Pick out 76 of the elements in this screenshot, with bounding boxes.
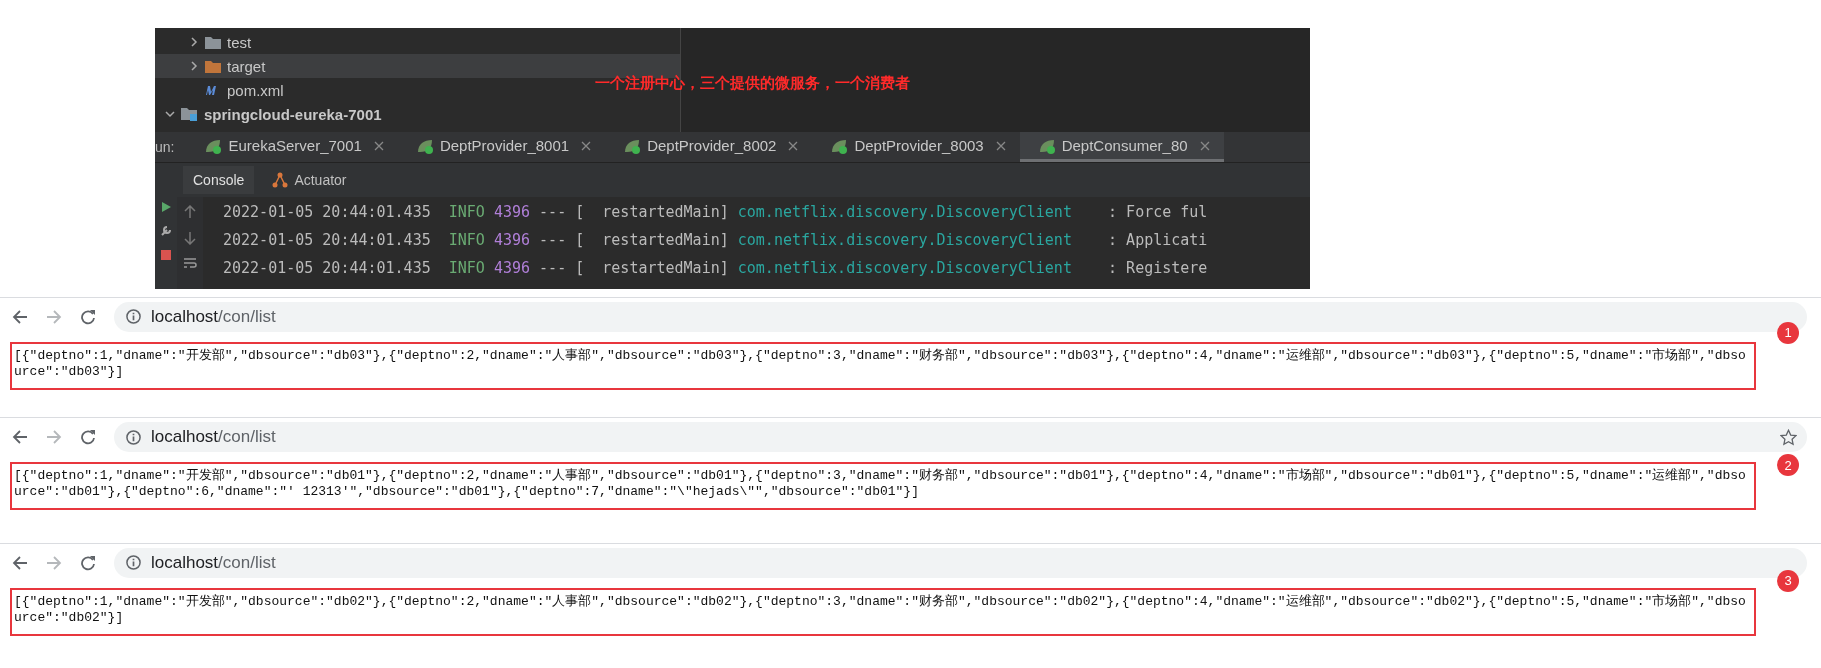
log-logger: com.netflix.discovery.DiscoveryClient <box>737 203 1072 221</box>
reload-icon[interactable] <box>80 308 96 325</box>
log-separator: --- [ <box>539 231 585 249</box>
url-path: /con/list <box>218 427 276 447</box>
log-logger: com.netflix.discovery.DiscoveryClient <box>737 259 1072 277</box>
chevron-icon[interactable] <box>165 109 175 119</box>
log-thread: restartedMain] <box>601 203 729 221</box>
down-arrow-icon[interactable] <box>184 231 196 245</box>
spring-run-icon <box>623 137 642 154</box>
address-bar[interactable]: localhost/con/list <box>114 422 1807 453</box>
url-host: localhost <box>151 552 219 572</box>
log-level: INFO <box>448 203 485 221</box>
close-icon[interactable] <box>581 140 592 151</box>
back-arrow-icon[interactable] <box>12 429 28 446</box>
run-tab[interactable]: DeptConsumer_80 <box>1019 132 1224 162</box>
actuator-icon <box>272 172 289 188</box>
log-timestamp: 2022-01-05 20:44:01.435 <box>223 231 431 249</box>
log-message: : Applicati <box>1108 231 1208 249</box>
module-folder-icon <box>181 107 198 121</box>
log-separator: --- [ <box>539 259 585 277</box>
json-response-text: [{"deptno":1,"dname":"开发部","dbsource":"db01"},{"deptno":2,"dname":"人事部","dbsource":"db01"},{"deptno":3,"dname":"财务部","dbsource":"db01"},{"deptno":4,"dname":"市场部","dbsource":"db01"},{"deptno":5,"dname":"运维部","dbsource":"db01"},{"deptno":6,"dname":"' 12313'","dbsource":"db01"},{"deptno":7,"dname":"\"hejads\"","dbsource":"db01"}] <box>10 462 1756 511</box>
log-timestamp: 2022-01-05 20:44:01.435 <box>223 259 431 277</box>
star-icon[interactable] <box>1780 428 1797 446</box>
run-tab[interactable]: DeptProvider_8002 <box>605 132 813 162</box>
tool-tab[interactable]: Console <box>183 166 255 194</box>
info-icon <box>126 429 141 445</box>
info-icon <box>126 555 141 571</box>
tree-item[interactable]: pom.xml <box>155 78 292 102</box>
back-arrow-icon[interactable] <box>12 308 28 325</box>
spring-run-icon <box>830 137 849 154</box>
wrench-icon[interactable] <box>160 225 172 237</box>
wrap-icon[interactable] <box>183 257 197 269</box>
tree-item[interactable]: springcloud-eureka-7001 <box>155 102 390 126</box>
log-timestamp: 2022-01-05 20:44:01.435 <box>223 203 431 221</box>
run-tab[interactable]: DeptProvider_8003 <box>812 132 1020 162</box>
log-separator: --- [ <box>539 203 585 221</box>
log-thread: restartedMain] <box>601 231 729 249</box>
step-number-badge: 2 <box>1777 454 1799 477</box>
back-arrow-icon[interactable] <box>12 554 28 571</box>
log-thread: restartedMain] <box>601 259 729 277</box>
tool-tab[interactable]: Actuator <box>262 166 357 194</box>
log-logger: com.netflix.discovery.DiscoveryClient <box>737 231 1072 249</box>
log-pid: 4396 <box>493 259 531 277</box>
log-level: INFO <box>448 231 485 249</box>
spring-run-icon <box>1037 137 1056 154</box>
run-tab[interactable]: DeptProvider_8001 <box>397 132 606 162</box>
close-icon[interactable] <box>788 140 799 151</box>
json-response-text: [{"deptno":1,"dname":"开发部","dbsource":"db03"},{"deptno":2,"dname":"人事部","dbsource":"db03"},{"deptno":3,"dname":"财务部","dbsource":"db03"},{"deptno":4,"dname":"运维部","dbsource":"db03"},{"deptno":5,"dname":"市场部","dbsource":"db03"}] <box>10 341 1756 390</box>
run-label: un: <box>155 139 175 155</box>
info-icon <box>126 309 141 325</box>
tree-item[interactable]: test <box>155 30 260 54</box>
spring-run-icon <box>415 137 434 154</box>
url-host: localhost <box>151 306 219 326</box>
url-path: /con/list <box>218 552 276 572</box>
url-host: localhost <box>151 427 219 447</box>
log-level: INFO <box>448 259 485 277</box>
reload-icon[interactable] <box>80 554 96 571</box>
json-response-text: [{"deptno":1,"dname":"开发部","dbsource":"db02"},{"deptno":2,"dname":"人事部","dbsource":"db02"},{"deptno":3,"dname":"财务部","dbsource":"db02"},{"deptno":4,"dname":"运维部","dbsource":"db02"},{"deptno":5,"dname":"市场部","dbsource":"db02"}] <box>10 587 1756 636</box>
log-pid: 4396 <box>493 231 531 249</box>
spring-run-icon <box>204 137 223 154</box>
chevron-icon[interactable] <box>189 37 199 47</box>
stop-icon[interactable] <box>160 249 172 261</box>
up-arrow-icon[interactable] <box>184 205 196 219</box>
url-path: /con/list <box>218 306 276 326</box>
folder-icon <box>205 35 221 49</box>
log-message: : Force ful <box>1108 203 1208 221</box>
rerun-icon[interactable] <box>160 201 172 213</box>
close-icon[interactable] <box>1199 140 1210 151</box>
chevron-icon[interactable] <box>189 61 199 71</box>
log-pid: 4396 <box>493 203 531 221</box>
log-message: : Registere <box>1108 259 1208 277</box>
run-tab[interactable]: EurekaServer_7001 <box>186 132 398 162</box>
close-icon[interactable] <box>995 140 1006 151</box>
reload-icon[interactable] <box>80 429 96 446</box>
close-icon[interactable] <box>373 140 384 151</box>
folder-icon <box>205 59 221 73</box>
